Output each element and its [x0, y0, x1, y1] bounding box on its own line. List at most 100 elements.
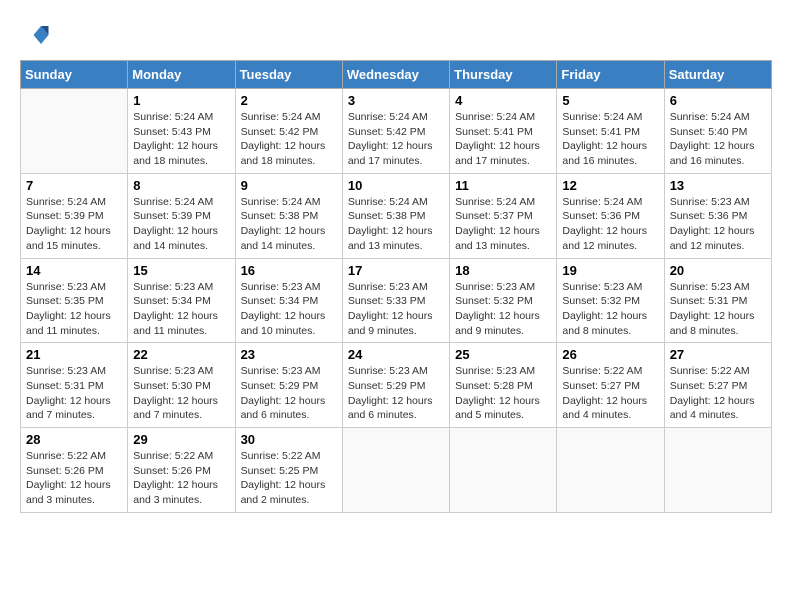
calendar-cell: 16 Sunrise: 5:23 AM Sunset: 5:34 PM Dayli…	[235, 258, 342, 343]
calendar-week-row: 28 Sunrise: 5:22 AM Sunset: 5:26 PM Dayli…	[21, 428, 772, 513]
day-info: Sunrise: 5:24 AM Sunset: 5:38 PM Dayligh…	[241, 195, 337, 254]
calendar-cell	[557, 428, 664, 513]
day-of-week-header: Thursday	[450, 61, 557, 89]
day-info: Sunrise: 5:23 AM Sunset: 5:35 PM Dayligh…	[26, 280, 122, 339]
day-info: Sunrise: 5:22 AM Sunset: 5:26 PM Dayligh…	[26, 449, 122, 508]
day-number: 18	[455, 263, 551, 278]
day-number: 8	[133, 178, 229, 193]
day-info: Sunrise: 5:23 AM Sunset: 5:34 PM Dayligh…	[241, 280, 337, 339]
day-number: 24	[348, 347, 444, 362]
calendar-cell: 11 Sunrise: 5:24 AM Sunset: 5:37 PM Dayli…	[450, 173, 557, 258]
day-info: Sunrise: 5:22 AM Sunset: 5:25 PM Dayligh…	[241, 449, 337, 508]
calendar-cell: 8 Sunrise: 5:24 AM Sunset: 5:39 PM Daylig…	[128, 173, 235, 258]
calendar-cell: 17 Sunrise: 5:23 AM Sunset: 5:33 PM Dayli…	[342, 258, 449, 343]
day-number: 29	[133, 432, 229, 447]
calendar-cell: 24 Sunrise: 5:23 AM Sunset: 5:29 PM Dayli…	[342, 343, 449, 428]
calendar-cell: 5 Sunrise: 5:24 AM Sunset: 5:41 PM Daylig…	[557, 89, 664, 174]
day-number: 10	[348, 178, 444, 193]
day-info: Sunrise: 5:23 AM Sunset: 5:34 PM Dayligh…	[133, 280, 229, 339]
day-number: 30	[241, 432, 337, 447]
calendar-cell: 10 Sunrise: 5:24 AM Sunset: 5:38 PM Dayli…	[342, 173, 449, 258]
day-number: 20	[670, 263, 766, 278]
calendar-cell: 21 Sunrise: 5:23 AM Sunset: 5:31 PM Dayli…	[21, 343, 128, 428]
day-of-week-header: Wednesday	[342, 61, 449, 89]
day-number: 23	[241, 347, 337, 362]
calendar-week-row: 14 Sunrise: 5:23 AM Sunset: 5:35 PM Dayli…	[21, 258, 772, 343]
day-info: Sunrise: 5:23 AM Sunset: 5:32 PM Dayligh…	[455, 280, 551, 339]
calendar-week-row: 7 Sunrise: 5:24 AM Sunset: 5:39 PM Daylig…	[21, 173, 772, 258]
day-info: Sunrise: 5:23 AM Sunset: 5:33 PM Dayligh…	[348, 280, 444, 339]
day-number: 13	[670, 178, 766, 193]
day-info: Sunrise: 5:24 AM Sunset: 5:41 PM Dayligh…	[455, 110, 551, 169]
day-number: 25	[455, 347, 551, 362]
calendar-header-row: SundayMondayTuesdayWednesdayThursdayFrid…	[21, 61, 772, 89]
calendar-cell	[21, 89, 128, 174]
calendar-cell	[664, 428, 771, 513]
calendar-cell: 9Sunrise: 5:24 AM Sunset: 5:38 PM Daylig…	[235, 173, 342, 258]
calendar-cell: 28 Sunrise: 5:22 AM Sunset: 5:26 PM Dayli…	[21, 428, 128, 513]
day-number: 5	[562, 93, 658, 108]
day-number: 27	[670, 347, 766, 362]
day-info: Sunrise: 5:24 AM Sunset: 5:39 PM Dayligh…	[133, 195, 229, 254]
day-info: Sunrise: 5:24 AM Sunset: 5:38 PM Dayligh…	[348, 195, 444, 254]
calendar-cell: 20 Sunrise: 5:23 AM Sunset: 5:31 PM Dayli…	[664, 258, 771, 343]
calendar-cell: 6Sunrise: 5:24 AM Sunset: 5:40 PM Daylig…	[664, 89, 771, 174]
day-number: 28	[26, 432, 122, 447]
day-number: 22	[133, 347, 229, 362]
calendar-cell: 22 Sunrise: 5:23 AM Sunset: 5:30 PM Dayli…	[128, 343, 235, 428]
day-of-week-header: Monday	[128, 61, 235, 89]
calendar-cell: 30 Sunrise: 5:22 AM Sunset: 5:25 PM Dayli…	[235, 428, 342, 513]
calendar-cell: 7Sunrise: 5:24 AM Sunset: 5:39 PM Daylig…	[21, 173, 128, 258]
calendar-cell	[450, 428, 557, 513]
day-number: 19	[562, 263, 658, 278]
day-info: Sunrise: 5:24 AM Sunset: 5:41 PM Dayligh…	[562, 110, 658, 169]
day-number: 17	[348, 263, 444, 278]
day-number: 21	[26, 347, 122, 362]
day-number: 26	[562, 347, 658, 362]
calendar-cell: 3 Sunrise: 5:24 AM Sunset: 5:42 PM Daylig…	[342, 89, 449, 174]
calendar-cell: 27 Sunrise: 5:22 AM Sunset: 5:27 PM Dayli…	[664, 343, 771, 428]
day-info: Sunrise: 5:23 AM Sunset: 5:31 PM Dayligh…	[670, 280, 766, 339]
calendar-cell	[342, 428, 449, 513]
day-number: 11	[455, 178, 551, 193]
day-number: 14	[26, 263, 122, 278]
day-number: 12	[562, 178, 658, 193]
day-info: Sunrise: 5:23 AM Sunset: 5:30 PM Dayligh…	[133, 364, 229, 423]
day-of-week-header: Tuesday	[235, 61, 342, 89]
logo-icon	[20, 20, 50, 50]
day-info: Sunrise: 5:23 AM Sunset: 5:31 PM Dayligh…	[26, 364, 122, 423]
day-info: Sunrise: 5:23 AM Sunset: 5:32 PM Dayligh…	[562, 280, 658, 339]
day-info: Sunrise: 5:23 AM Sunset: 5:29 PM Dayligh…	[348, 364, 444, 423]
day-number: 16	[241, 263, 337, 278]
day-info: Sunrise: 5:24 AM Sunset: 5:40 PM Dayligh…	[670, 110, 766, 169]
calendar-table: SundayMondayTuesdayWednesdayThursdayFrid…	[20, 60, 772, 513]
calendar-cell: 12Sunrise: 5:24 AM Sunset: 5:36 PM Dayli…	[557, 173, 664, 258]
calendar-cell: 2 Sunrise: 5:24 AM Sunset: 5:42 PM Daylig…	[235, 89, 342, 174]
day-info: Sunrise: 5:22 AM Sunset: 5:27 PM Dayligh…	[670, 364, 766, 423]
logo	[20, 20, 56, 50]
day-info: Sunrise: 5:24 AM Sunset: 5:42 PM Dayligh…	[241, 110, 337, 169]
day-number: 15	[133, 263, 229, 278]
day-of-week-header: Saturday	[664, 61, 771, 89]
calendar-cell: 25Sunrise: 5:23 AM Sunset: 5:28 PM Dayli…	[450, 343, 557, 428]
day-number: 3	[348, 93, 444, 108]
day-of-week-header: Friday	[557, 61, 664, 89]
day-info: Sunrise: 5:23 AM Sunset: 5:29 PM Dayligh…	[241, 364, 337, 423]
calendar-week-row: 21 Sunrise: 5:23 AM Sunset: 5:31 PM Dayli…	[21, 343, 772, 428]
calendar-cell: 23 Sunrise: 5:23 AM Sunset: 5:29 PM Dayli…	[235, 343, 342, 428]
day-info: Sunrise: 5:24 AM Sunset: 5:43 PM Dayligh…	[133, 110, 229, 169]
calendar-cell: 14 Sunrise: 5:23 AM Sunset: 5:35 PM Dayli…	[21, 258, 128, 343]
calendar-cell: 13Sunrise: 5:23 AM Sunset: 5:36 PM Dayli…	[664, 173, 771, 258]
calendar-cell: 19 Sunrise: 5:23 AM Sunset: 5:32 PM Dayli…	[557, 258, 664, 343]
day-number: 2	[241, 93, 337, 108]
day-number: 4	[455, 93, 551, 108]
day-number: 1	[133, 93, 229, 108]
day-info: Sunrise: 5:22 AM Sunset: 5:27 PM Dayligh…	[562, 364, 658, 423]
calendar-cell: 1 Sunrise: 5:24 AM Sunset: 5:43 PM Daylig…	[128, 89, 235, 174]
day-info: Sunrise: 5:24 AM Sunset: 5:42 PM Dayligh…	[348, 110, 444, 169]
calendar-cell: 26 Sunrise: 5:22 AM Sunset: 5:27 PM Dayli…	[557, 343, 664, 428]
day-info: Sunrise: 5:24 AM Sunset: 5:37 PM Dayligh…	[455, 195, 551, 254]
day-info: Sunrise: 5:22 AM Sunset: 5:26 PM Dayligh…	[133, 449, 229, 508]
day-of-week-header: Sunday	[21, 61, 128, 89]
day-number: 7	[26, 178, 122, 193]
